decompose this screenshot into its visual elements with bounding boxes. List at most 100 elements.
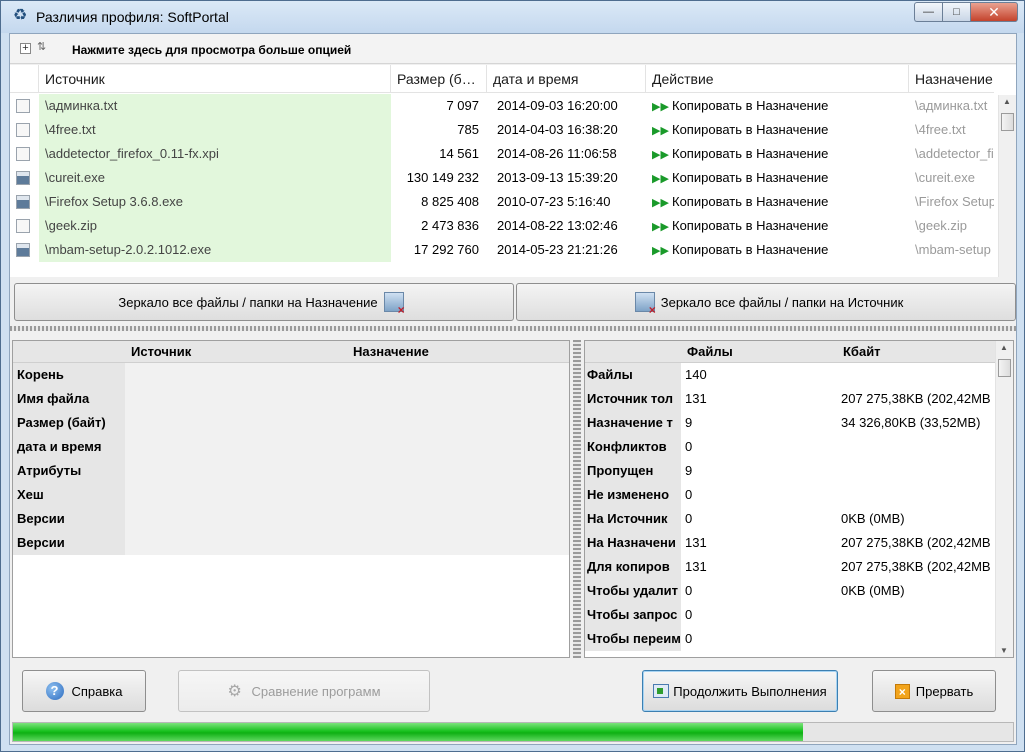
scroll-up-icon[interactable]: ▲ <box>1003 97 1011 106</box>
property-label: Имя файла <box>17 391 90 406</box>
table-row[interactable]: \cureit.exe 130 149 232 2013-09-13 15:39… <box>10 166 994 190</box>
stats-kb-column: 207 275,38KB (202,42MB 34 326,80KB (33,5… <box>841 363 997 651</box>
property-label: Хеш <box>17 487 44 502</box>
copy-arrow-icon: ▶▶ <box>652 101 669 113</box>
properties-values <box>125 363 569 555</box>
continue-label: Продолжить Выполнения <box>673 683 827 699</box>
action-cell[interactable]: ▶▶ Копировать в Назначение <box>646 166 909 190</box>
scroll-up-icon[interactable]: ▲ <box>1000 343 1008 352</box>
properties-panel: Источник Назначение Корень Имя файла Раз… <box>12 340 570 658</box>
action-label: Копировать в Назначение <box>672 122 829 137</box>
stats-files-value: 9 <box>685 463 693 478</box>
header-action[interactable]: Действие <box>646 65 909 93</box>
minimize-button[interactable]: — <box>914 2 942 22</box>
gear-icon: ⚙ <box>227 683 242 700</box>
compare-programs-button[interactable]: ⚙ Сравнение программ <box>178 670 430 712</box>
text-file-icon <box>10 94 39 118</box>
mirror-to-destination-label: Зеркало все файлы / папки на Назначение <box>118 294 378 310</box>
table-row[interactable]: \4free.txt 785 2014-04-03 16:38:20 ▶▶ Коп… <box>10 118 994 142</box>
properties-header: Источник Назначение <box>13 341 569 363</box>
file-size: 785 <box>457 122 479 137</box>
stats-vertical-scrollbar[interactable]: ▲ ▼ <box>995 341 1013 657</box>
stats-files-value: 140 <box>685 367 707 382</box>
stats-header-files: Файлы <box>687 344 733 359</box>
header-destination[interactable]: Назначение <box>909 65 994 93</box>
grid-vertical-scrollbar[interactable]: ▲ ▼ <box>998 95 1016 277</box>
action-cell[interactable]: ▶▶ Копировать в Назначение <box>646 142 909 166</box>
header-source[interactable]: Источник <box>39 65 391 93</box>
table-row[interactable]: \админка.txt 7 097 2014-09-03 16:20:00 ▶… <box>10 94 994 118</box>
stats-kb-value: 207 275,38KB (202,42MB <box>841 535 991 550</box>
stats-kb-value <box>841 459 997 483</box>
scroll-thumb[interactable] <box>1001 113 1014 131</box>
header-date[interactable]: дата и время <box>487 65 646 93</box>
options-toggle-label[interactable]: Нажмите здесь для просмотра больше опцие… <box>72 43 351 57</box>
destination-path: \Firefox Setup <box>915 194 994 209</box>
minimize-icon: — <box>923 6 934 18</box>
action-label: Копировать в Назначение <box>672 194 829 209</box>
stats-files-value: 131 <box>685 559 707 574</box>
cancel-button[interactable]: × Прервать <box>872 670 996 712</box>
file-date: 2014-08-22 13:02:46 <box>497 218 618 233</box>
table-row[interactable]: \geek.zip 2 473 836 2014-08-22 13:02:46 … <box>10 214 994 238</box>
app-window: ♻ Различия профиля: SoftPortal — □ ✕ + ⇅… <box>0 0 1025 752</box>
property-label: Версии <box>17 535 65 550</box>
action-cell[interactable]: ▶▶ Копировать в Назначение <box>646 190 909 214</box>
table-row[interactable]: \Firefox Setup 3.6.8.exe 8 825 408 2010-… <box>10 190 994 214</box>
stats-files-value: 0 <box>685 487 693 502</box>
property-label: Корень <box>17 367 64 382</box>
source-path: \addetector_firefox_0.11-fx.xpi <box>39 142 391 166</box>
file-date: 2010-07-23 5:16:40 <box>497 194 611 209</box>
help-icon: ? <box>45 682 64 700</box>
property-label: Атрибуты <box>17 463 82 478</box>
action-cell[interactable]: ▶▶ Копировать в Назначение <box>646 118 909 142</box>
property-label: дата и время <box>17 439 102 454</box>
sync-icon: ♻ <box>12 7 28 24</box>
action-label: Копировать в Назначение <box>672 218 829 233</box>
action-label: Копировать в Назначение <box>672 170 829 185</box>
exe-file-icon <box>10 238 39 262</box>
stats-label: На Назначени <box>587 535 676 550</box>
source-path: \geek.zip <box>39 214 391 238</box>
copy-arrow-icon: ▶▶ <box>652 221 669 233</box>
action-cell[interactable]: ▶▶ Копировать в Назначение <box>646 238 909 262</box>
options-bar[interactable]: + ⇅ Нажмите здесь для просмотра больше о… <box>10 34 1016 64</box>
scroll-thumb[interactable] <box>998 359 1011 377</box>
expand-icon[interactable]: + <box>20 43 31 54</box>
stats-label: Не изменено <box>587 487 670 502</box>
stats-files-column: 140 131 9 0 9 0 0 131 131 0 0 0 <box>685 363 835 651</box>
maximize-icon: □ <box>953 6 960 18</box>
copy-arrow-icon: ▶▶ <box>652 245 669 257</box>
continue-button[interactable]: Продолжить Выполнения <box>642 670 838 712</box>
file-date: 2014-09-03 16:20:00 <box>497 98 618 113</box>
text-file-icon <box>10 142 39 166</box>
action-cell[interactable]: ▶▶ Копировать в Назначение <box>646 214 909 238</box>
close-button[interactable]: ✕ <box>970 2 1018 22</box>
table-row[interactable]: \mbam-setup-2.0.2.1012.exe 17 292 760 20… <box>10 238 994 262</box>
stats-files-value: 131 <box>685 535 707 550</box>
scroll-down-icon[interactable]: ▼ <box>1000 646 1008 655</box>
table-row[interactable]: \addetector_firefox_0.11-fx.xpi 14 561 2… <box>10 142 994 166</box>
stats-files-value: 0 <box>685 511 693 526</box>
vertical-splitter[interactable] <box>573 340 581 658</box>
maximize-button[interactable]: □ <box>942 2 970 22</box>
help-button[interactable]: ? Справка <box>22 670 146 712</box>
file-size: 17 292 760 <box>413 242 479 257</box>
mirror-to-source-button[interactable]: Зеркало все файлы / папки на Источник <box>516 283 1016 321</box>
stats-labels: Файлы Источник тол Назначение т Конфликт… <box>585 363 681 651</box>
sort-icon[interactable]: ⇅ <box>37 40 46 53</box>
property-labels: Корень Имя файла Размер (байт) дата и вр… <box>13 363 125 555</box>
exe-file-icon <box>10 166 39 190</box>
property-label: Размер (байт) <box>17 415 106 430</box>
action-label: Копировать в Назначение <box>672 242 829 257</box>
progress-fill <box>13 723 803 741</box>
cancel-icon: × <box>894 683 910 699</box>
stats-kb-value <box>841 435 997 459</box>
properties-header-source: Источник <box>131 344 192 359</box>
blank-file-icon <box>10 214 39 238</box>
header-size[interactable]: Размер (б… <box>391 65 487 93</box>
file-date: 2014-05-23 21:21:26 <box>497 242 618 257</box>
horizontal-splitter[interactable] <box>10 326 1016 331</box>
action-cell[interactable]: ▶▶ Копировать в Назначение <box>646 94 909 118</box>
mirror-to-destination-button[interactable]: Зеркало все файлы / папки на Назначение <box>14 283 514 321</box>
